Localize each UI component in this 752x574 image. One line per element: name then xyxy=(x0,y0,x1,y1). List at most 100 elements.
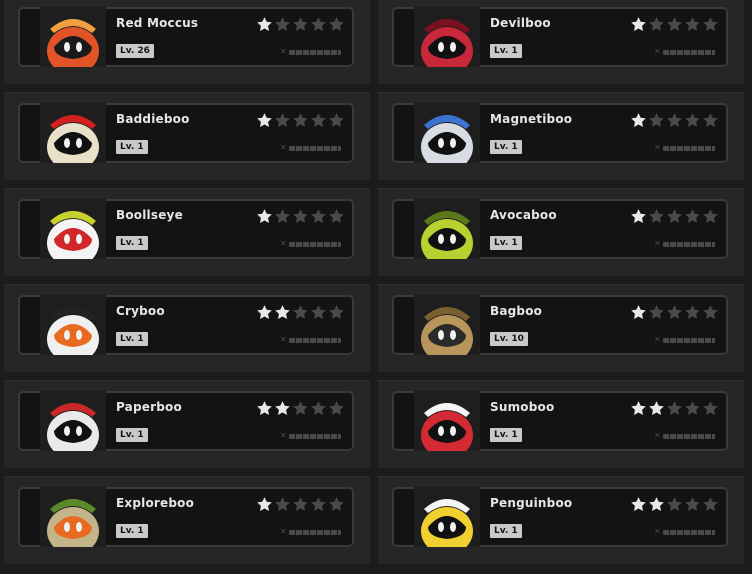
star-empty-icon xyxy=(292,16,309,33)
character-card: Baddieboo Lv. 1 ✕ xyxy=(4,92,370,180)
star-empty-icon xyxy=(328,304,345,321)
star-empty-icon xyxy=(648,112,665,129)
star-empty-icon xyxy=(702,208,719,225)
magnetiboo-portrait xyxy=(414,103,480,163)
star-empty-icon xyxy=(310,208,327,225)
star-empty-icon xyxy=(666,16,683,33)
star-empty-icon xyxy=(684,16,701,33)
star-empty-icon xyxy=(274,208,291,225)
character-card-button[interactable]: Devilboo Lv. 1 ✕ xyxy=(392,7,728,67)
shard-icon: ✕ xyxy=(280,527,287,536)
character-grid: Red Moccus Lv. 26 ✕ Devilboo Lv. 1 ✕ Baddieboo… xyxy=(0,0,752,574)
shard-icon: ✕ xyxy=(654,527,661,536)
character-card: Cryboo Lv. 1 ✕ xyxy=(4,284,370,372)
star-empty-icon xyxy=(684,496,701,513)
character-name: Paperboo xyxy=(116,400,182,414)
star-filled-icon xyxy=(630,112,647,129)
star-rating xyxy=(256,112,345,130)
baddieboo-portrait xyxy=(40,103,106,163)
character-name: Devilboo xyxy=(490,16,551,30)
character-name: Red Moccus xyxy=(116,16,199,30)
star-rating xyxy=(256,400,345,418)
star-rating xyxy=(630,208,719,226)
star-empty-icon xyxy=(648,16,665,33)
shard-progress-bar xyxy=(662,433,715,439)
character-name: Sumoboo xyxy=(490,400,555,414)
star-filled-icon xyxy=(256,400,273,417)
shard-icon: ✕ xyxy=(654,431,661,440)
red-moccus-portrait xyxy=(40,7,106,67)
star-empty-icon xyxy=(702,304,719,321)
shard-progress: ✕ xyxy=(654,144,720,152)
star-empty-icon xyxy=(684,208,701,225)
star-filled-icon xyxy=(256,112,273,129)
bagboo-portrait xyxy=(414,295,480,355)
star-empty-icon xyxy=(292,112,309,129)
character-card-button[interactable]: Avocaboo Lv. 1 ✕ xyxy=(392,199,728,259)
character-name: Bagboo xyxy=(490,304,543,318)
star-empty-icon xyxy=(310,496,327,513)
star-filled-icon xyxy=(274,400,291,417)
star-empty-icon xyxy=(292,496,309,513)
star-rating xyxy=(256,208,345,226)
character-card-button[interactable]: Paperboo Lv. 1 ✕ xyxy=(18,391,354,451)
star-empty-icon xyxy=(328,400,345,417)
shard-progress-bar xyxy=(288,433,341,439)
level-badge: Lv. 10 xyxy=(490,332,528,346)
shard-progress-bar xyxy=(288,529,341,535)
level-badge: Lv. 1 xyxy=(116,428,148,442)
character-card: Avocaboo Lv. 1 ✕ xyxy=(378,188,744,276)
shard-progress: ✕ xyxy=(654,48,720,56)
character-card-button[interactable]: Cryboo Lv. 1 ✕ xyxy=(18,295,354,355)
shard-progress: ✕ xyxy=(280,240,346,248)
boollseye-portrait xyxy=(40,199,106,259)
star-filled-icon xyxy=(256,208,273,225)
character-name: Avocaboo xyxy=(490,208,557,222)
star-empty-icon xyxy=(648,208,665,225)
character-name: Boollseye xyxy=(116,208,183,222)
character-card-button[interactable]: Exploreboo Lv. 1 ✕ xyxy=(18,487,354,547)
shard-progress: ✕ xyxy=(280,432,346,440)
character-name: Cryboo xyxy=(116,304,165,318)
shard-progress-bar xyxy=(288,49,341,55)
shard-progress-bar xyxy=(662,241,715,247)
shard-icon: ✕ xyxy=(280,431,287,440)
star-empty-icon xyxy=(310,16,327,33)
character-card: Devilboo Lv. 1 ✕ xyxy=(378,0,744,84)
star-empty-icon xyxy=(274,16,291,33)
star-empty-icon xyxy=(684,304,701,321)
star-empty-icon xyxy=(702,16,719,33)
shard-progress: ✕ xyxy=(280,48,346,56)
star-empty-icon xyxy=(702,112,719,129)
paperboo-portrait xyxy=(40,391,106,451)
character-card: Bagboo Lv. 10 ✕ xyxy=(378,284,744,372)
star-empty-icon xyxy=(274,112,291,129)
character-card-button[interactable]: Magnetiboo Lv. 1 ✕ xyxy=(392,103,728,163)
star-empty-icon xyxy=(666,112,683,129)
star-rating xyxy=(630,496,719,514)
character-name: Penguinboo xyxy=(490,496,573,510)
character-card-button[interactable]: Baddieboo Lv. 1 ✕ xyxy=(18,103,354,163)
shard-progress-bar xyxy=(288,337,341,343)
shard-progress: ✕ xyxy=(280,528,346,536)
character-card-button[interactable]: Penguinboo Lv. 1 ✕ xyxy=(392,487,728,547)
level-badge: Lv. 1 xyxy=(116,140,148,154)
star-empty-icon xyxy=(666,400,683,417)
star-empty-icon xyxy=(292,304,309,321)
character-name: Baddieboo xyxy=(116,112,190,126)
star-empty-icon xyxy=(310,112,327,129)
character-card-button[interactable]: Bagboo Lv. 10 ✕ xyxy=(392,295,728,355)
star-empty-icon xyxy=(328,208,345,225)
avocaboo-portrait xyxy=(414,199,480,259)
star-rating xyxy=(256,16,345,34)
character-card-button[interactable]: Sumoboo Lv. 1 ✕ xyxy=(392,391,728,451)
shard-icon: ✕ xyxy=(654,143,661,152)
character-card-button[interactable]: Boollseye Lv. 1 ✕ xyxy=(18,199,354,259)
character-card-button[interactable]: Red Moccus Lv. 26 ✕ xyxy=(18,7,354,67)
star-empty-icon xyxy=(702,496,719,513)
level-badge: Lv. 1 xyxy=(116,236,148,250)
star-rating xyxy=(630,304,719,322)
star-filled-icon xyxy=(648,496,665,513)
star-rating xyxy=(256,304,345,322)
shard-icon: ✕ xyxy=(280,143,287,152)
